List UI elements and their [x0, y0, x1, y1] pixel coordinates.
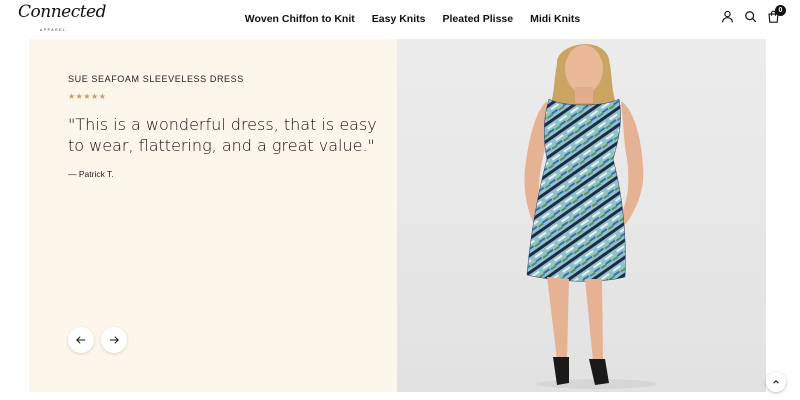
scroll-to-top-button[interactable]	[766, 372, 786, 392]
testimonial-slider: SUE SEAFOAM SLEEVELESS DRESS ★★★★★ "This…	[29, 39, 766, 392]
rating-stars: ★★★★★	[68, 92, 107, 101]
chevron-up-icon	[773, 380, 779, 384]
model-wearing-dress-image	[397, 39, 766, 392]
nav-item-midi-knits[interactable]: Midi Knits	[530, 13, 580, 25]
nav-item-easy-knits[interactable]: Easy Knits	[372, 13, 426, 25]
nav-item-woven-chiffon[interactable]: Woven Chiffon to Knit	[245, 13, 355, 25]
testimonial-quote: "This is a wonderful dress, that is easy…	[68, 115, 377, 155]
header-actions: 0	[721, 5, 786, 23]
product-photo	[397, 39, 766, 392]
product-name[interactable]: SUE SEAFOAM SLEEVELESS DRESS	[68, 74, 244, 84]
testimonial-panel: SUE SEAFOAM SLEEVELESS DRESS ★★★★★ "This…	[29, 39, 397, 392]
user-icon[interactable]	[721, 10, 734, 23]
arrow-left-icon	[76, 336, 86, 344]
arrow-right-icon	[109, 336, 119, 344]
testimonial-author: — Patrick T.	[68, 169, 114, 179]
search-icon[interactable]	[744, 10, 757, 23]
next-slide-button[interactable]	[101, 327, 127, 353]
nav-item-pleated-plisse[interactable]: Pleated Plisse	[442, 13, 513, 25]
bag-icon[interactable]: 0	[767, 5, 786, 23]
cart-count-badge: 0	[775, 5, 786, 16]
main-nav: Woven Chiffon to Knit Easy Knits Pleated…	[0, 0, 800, 38]
prev-slide-button[interactable]	[68, 327, 94, 353]
site-header: Connected APPAREL Woven Chiffon to Knit …	[0, 0, 800, 38]
